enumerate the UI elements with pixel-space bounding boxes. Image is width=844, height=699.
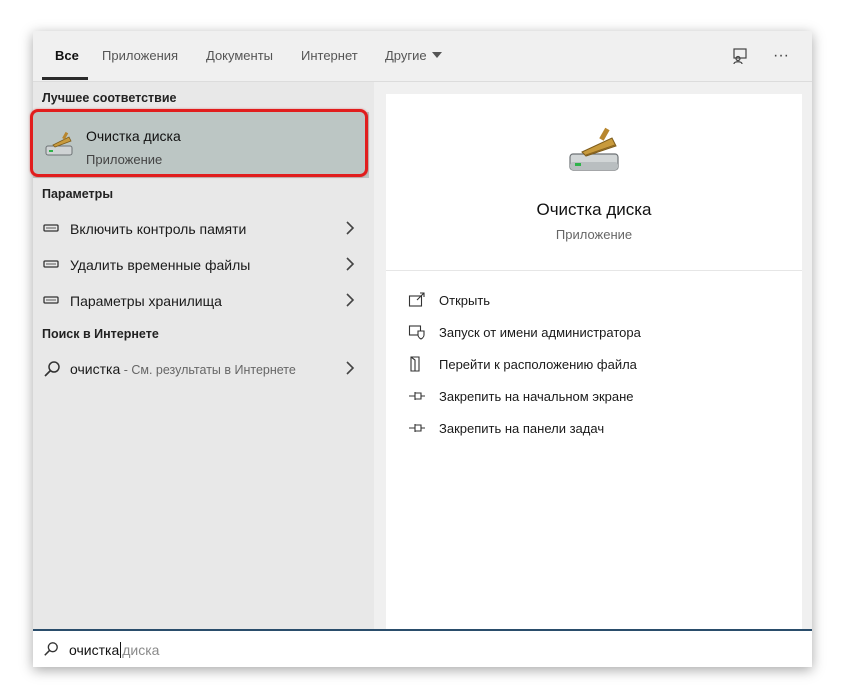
pin-icon (409, 424, 425, 432)
settings-item-label: Включить контроль памяти (70, 221, 247, 237)
search-box[interactable]: очистка диска (33, 629, 812, 667)
more-glyph: ··· (773, 47, 789, 64)
detail-subtitle: Приложение (555, 227, 633, 242)
tab-apps[interactable]: Приложения (102, 48, 178, 63)
section-settings: Параметры (42, 187, 113, 201)
best-match-item[interactable]: Очистка диска Приложение (33, 112, 369, 178)
tab-all[interactable]: Все (55, 48, 79, 63)
feedback-glyph (733, 48, 747, 65)
web-search-label: очистка - См. результаты в Интернете (70, 361, 296, 377)
disk-cleanup-icon (45, 131, 73, 156)
search-input[interactable]: очистка диска (69, 642, 159, 658)
settings-item-temp-files[interactable]: Удалить временные файлы (33, 248, 374, 282)
storage-icon (43, 296, 59, 304)
results-list: Лучшее соответствие Очистка диска Прилож… (30, 82, 374, 629)
action-open-file-location[interactable]: Перейти к расположению файла (408, 352, 788, 376)
tab-internet[interactable]: Интернет (301, 48, 358, 63)
action-open[interactable]: Открыть (408, 288, 788, 312)
web-search-item[interactable]: очистка - См. результаты в Интернете (33, 352, 374, 386)
detail-divider (386, 270, 802, 271)
active-tab-indicator (42, 77, 88, 80)
search-suggestion: диска (122, 642, 160, 658)
settings-item-label: Параметры хранилища (70, 293, 222, 309)
chevron-right-icon (346, 257, 355, 271)
search-panel: Все Приложения Документы Интернет Другие… (30, 31, 812, 667)
disk-cleanup-large-icon (569, 127, 619, 171)
settings-item-storage-sense[interactable]: Включить контроль памяти (33, 212, 374, 246)
web-search-hint: - См. результаты в Интернете (120, 363, 296, 377)
search-icon (44, 361, 60, 377)
best-match-title-rest: диска (139, 128, 181, 144)
action-pin-to-start[interactable]: Закрепить на начальном экране (408, 384, 788, 408)
detail-title: Очистка диска (536, 200, 652, 219)
action-label: Закрепить на панели задач (439, 421, 605, 436)
action-label: Запуск от имени администратора (439, 325, 641, 340)
action-run-as-admin[interactable]: Запуск от имени администратора (408, 320, 788, 344)
chevron-right-icon (346, 221, 355, 235)
tab-other[interactable]: Другие (385, 48, 442, 63)
action-label: Открыть (439, 293, 491, 308)
action-label: Перейти к расположению файла (439, 357, 637, 372)
storage-icon (43, 224, 59, 232)
settings-item-label: Удалить временные файлы (70, 257, 251, 273)
filter-tabs: Все Приложения Документы Интернет Другие… (33, 31, 812, 82)
action-pin-to-taskbar[interactable]: Закрепить на панели задач (408, 416, 788, 440)
open-icon (408, 292, 425, 307)
best-match-title-match: Очистка (86, 128, 140, 144)
file-location-icon (410, 356, 420, 372)
tab-documents[interactable]: Документы (206, 48, 273, 63)
storage-icon (43, 260, 59, 268)
settings-item-storage-settings[interactable]: Параметры хранилища (33, 284, 374, 318)
search-typed-text: очистка (69, 642, 120, 658)
section-web-search: Поиск в Интернете (42, 327, 159, 341)
more-icon[interactable]: ··· (769, 44, 793, 68)
pin-icon (409, 392, 425, 400)
best-match-subtitle: Приложение (86, 152, 163, 167)
admin-shield-icon (408, 325, 425, 340)
tab-other-label: Другие (385, 48, 427, 63)
action-label: Закрепить на начальном экране (439, 389, 634, 404)
section-best-match: Лучшее соответствие (42, 91, 177, 105)
feedback-icon[interactable] (728, 44, 752, 68)
web-search-query: очистка (70, 361, 121, 377)
detail-pane: Очистка диска Приложение Открыть Запуск … (386, 94, 802, 629)
chevron-right-icon (346, 361, 355, 375)
chevron-right-icon (346, 293, 355, 307)
best-match-title: Очистка диска (86, 128, 181, 144)
search-icon (44, 642, 58, 656)
caret-down-icon (431, 52, 442, 58)
